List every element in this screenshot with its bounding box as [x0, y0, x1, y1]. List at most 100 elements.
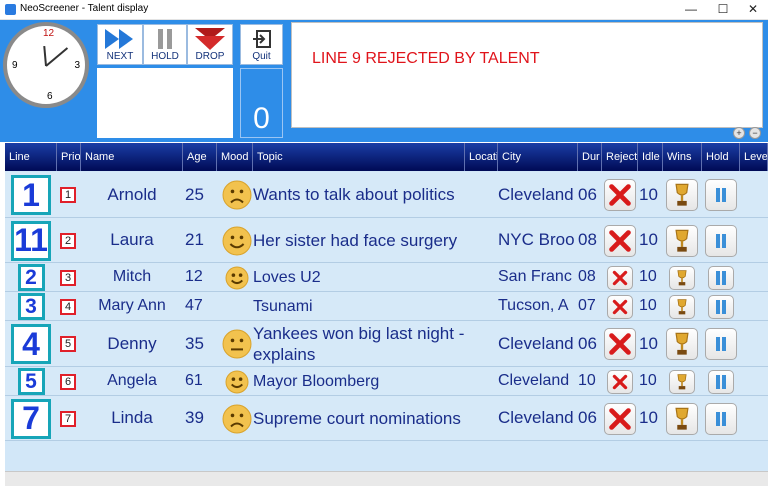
maximize-button[interactable]: ☐ [708, 0, 738, 19]
hold-row-button[interactable] [708, 265, 734, 290]
reject-x-icon [612, 270, 628, 285]
call-duration: 08 [578, 230, 597, 249]
priority-badge: 3 [60, 269, 76, 286]
column-header-location[interactable]: Location [465, 143, 498, 171]
close-button[interactable]: ✕ [738, 0, 768, 19]
pause-icon [716, 188, 726, 202]
caller-name: Mitch [112, 268, 152, 285]
call-duration: 07 [578, 297, 596, 314]
reject-button[interactable] [607, 294, 633, 319]
column-header-topic[interactable]: Topic [253, 143, 465, 171]
column-header-dur[interactable]: Dur [578, 143, 602, 171]
wins-button[interactable] [666, 328, 698, 360]
zoom-out-icon[interactable]: − [749, 127, 761, 139]
reject-button[interactable] [607, 369, 633, 394]
talent-row[interactable]: 4 5 Denny 35 Yankees won big last night … [5, 321, 768, 367]
column-header-line[interactable]: Line [5, 143, 57, 171]
grid-header: Line Prio Name Age Mood Topic Location C… [5, 143, 768, 171]
reject-x-icon [609, 229, 631, 252]
reject-button[interactable] [604, 179, 636, 211]
quit-button[interactable]: Quit [240, 24, 283, 65]
pause-icon [716, 411, 726, 426]
line-number-badge[interactable]: 5 [17, 368, 45, 395]
fast-forward-icon [105, 29, 133, 49]
status-strip [5, 471, 768, 486]
column-header-age[interactable]: Age [183, 143, 217, 171]
title-bar: NeoScreener - Talent display — ☐ ✕ [0, 0, 768, 20]
column-header-city[interactable]: City [498, 143, 578, 171]
priority-badge: 7 [60, 410, 76, 427]
column-header-hold[interactable]: Hold [702, 143, 740, 171]
wins-button[interactable] [669, 369, 695, 394]
window-title: NeoScreener - Talent display [20, 3, 149, 14]
drop-button[interactable]: DROP [187, 24, 233, 65]
line-number-badge[interactable]: 7 [11, 398, 51, 439]
column-header-name[interactable]: Name [81, 143, 183, 171]
priority-number: 4 [64, 300, 72, 313]
column-header-wins[interactable]: Wins [663, 143, 702, 171]
talent-row[interactable]: 2 3 Mitch 12 Loves U2 San Franc 08 10 [5, 263, 768, 292]
line-number-badge[interactable]: 3 [17, 293, 45, 320]
column-header-level[interactable]: Level [740, 143, 768, 171]
priority-badge: 1 [60, 187, 76, 203]
mood-sad-icon [222, 180, 252, 210]
next-button[interactable]: NEXT [97, 24, 143, 65]
mood-neutral-icon [222, 329, 252, 359]
trophy-icon [677, 298, 687, 314]
hold-row-button[interactable] [705, 179, 737, 211]
reject-button[interactable] [604, 402, 636, 435]
line-number-badge[interactable]: 4 [11, 324, 51, 364]
hold-row-button[interactable] [708, 294, 734, 319]
idle-value: 10 [639, 408, 658, 427]
line-number-badge[interactable]: 2 [17, 264, 45, 291]
idle-value: 10 [639, 333, 658, 353]
wins-button[interactable] [666, 224, 698, 257]
caller-city: Cleveland [498, 333, 574, 353]
line-number: 2 [25, 265, 37, 289]
column-header-idle[interactable]: Idle [638, 143, 663, 171]
hold-row-button[interactable] [705, 402, 737, 435]
reject-button[interactable] [604, 328, 636, 360]
hold-row-button[interactable] [708, 369, 734, 394]
hold-row-button[interactable] [705, 328, 737, 360]
wins-button[interactable] [669, 294, 695, 319]
talent-row[interactable]: 3 4 Mary Ann 47 Tsunami Tucson, A 07 10 [5, 292, 768, 321]
wins-button[interactable] [666, 179, 698, 211]
talent-row[interactable]: 5 6 Angela 61 Mayor Bloomberg Cleveland … [5, 367, 768, 396]
talent-row[interactable]: 7 7 Linda 39 Supreme court nominations C… [5, 396, 768, 441]
reject-button[interactable] [604, 224, 636, 257]
minimize-button[interactable]: — [676, 0, 706, 19]
wins-button[interactable] [666, 402, 698, 435]
hold-row-button[interactable] [705, 224, 737, 257]
reject-button[interactable] [607, 265, 633, 290]
priority-number: 6 [64, 375, 72, 388]
priority-number: 3 [64, 271, 72, 284]
call-duration: 06 [578, 184, 597, 204]
pause-icon [716, 374, 726, 389]
zoom-in-icon[interactable]: + [733, 127, 745, 139]
next-label: NEXT [106, 51, 134, 62]
reject-x-icon [609, 407, 631, 430]
line-number-badge[interactable]: 1 [11, 175, 51, 215]
talent-row[interactable]: 1 1 Arnold 25 Wants to talk about politi… [5, 172, 768, 218]
reject-x-icon [612, 374, 628, 389]
line-number-badge[interactable]: 11 [11, 220, 51, 261]
mood-happy-icon [225, 266, 249, 290]
talent-row[interactable]: 11 2 Laura 21 Her sister had face surger… [5, 218, 768, 263]
caller-name: Linda [111, 408, 153, 427]
pause-icon [716, 270, 726, 285]
drop-label: DROP [195, 51, 225, 62]
wins-button[interactable] [669, 265, 695, 290]
caller-age: 25 [185, 184, 204, 204]
column-header-mood[interactable]: Mood [217, 143, 253, 171]
clock-numeral-3: 3 [74, 60, 80, 71]
hold-button[interactable]: HOLD [143, 24, 187, 65]
hold-label: HOLD [151, 51, 179, 62]
analog-clock: 12 3 6 9 [3, 22, 89, 108]
priority-number: 7 [64, 412, 72, 425]
caller-age: 47 [185, 297, 203, 314]
column-header-reject[interactable]: Reject [602, 143, 638, 171]
mood-sad-icon [222, 404, 252, 434]
trophy-icon [677, 269, 687, 285]
column-header-prio[interactable]: Prio [57, 143, 81, 171]
